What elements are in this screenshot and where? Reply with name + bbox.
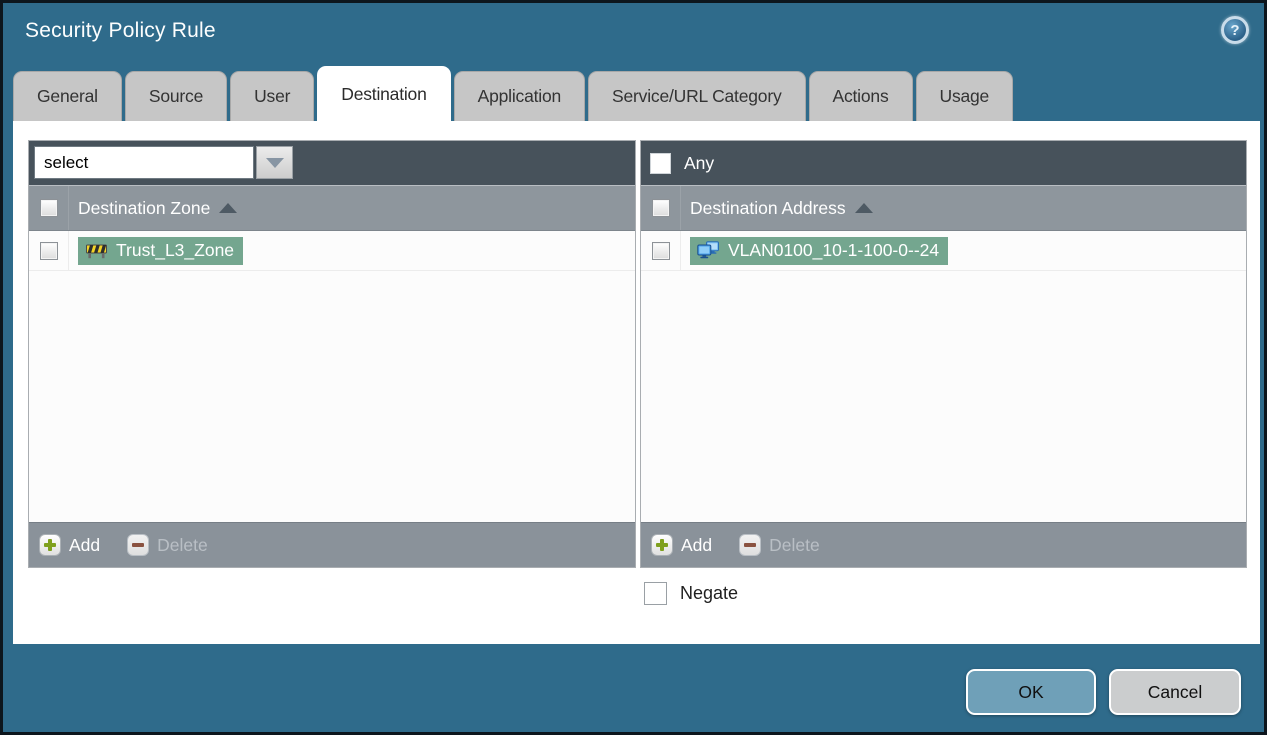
dialog-title: Security Policy Rule [25, 19, 216, 42]
address-list: VLAN0100_10-1-100-0--24 [641, 231, 1246, 522]
address-row-label: VLAN0100_10-1-100-0--24 [728, 239, 940, 260]
zone-row-checkbox[interactable] [39, 241, 58, 260]
address-row-checkbox[interactable] [651, 241, 670, 260]
minus-icon [127, 534, 150, 556]
tab-actions[interactable]: Actions [808, 71, 913, 121]
help-icon[interactable]: ? [1221, 16, 1249, 44]
address-column-header[interactable]: Destination Address [690, 198, 846, 219]
plus-icon [39, 534, 61, 556]
address-select-all-checkbox[interactable] [651, 199, 670, 217]
negate-option: Negate [644, 582, 738, 605]
zone-select-combobox: select [34, 146, 293, 179]
address-toolbar: Add Delete [641, 522, 1246, 567]
plus-icon [651, 534, 673, 556]
delete-address-label: Delete [769, 534, 820, 555]
add-zone-button[interactable]: Add [39, 534, 100, 556]
destination-zone-panel: select Destination Zone Trust_L3_Zone Ad… [28, 140, 636, 568]
cancel-button[interactable]: Cancel [1109, 669, 1241, 715]
zone-column-header-row: Destination Zone [29, 185, 635, 231]
destination-tab-content: select Destination Zone Trust_L3_Zone Ad… [13, 121, 1260, 644]
minus-icon [739, 534, 762, 556]
negate-checkbox[interactable] [644, 582, 667, 605]
address-panel-top-bar: Any [641, 141, 1246, 185]
add-zone-label: Add [69, 534, 101, 555]
tab-service-url-category[interactable]: Service/URL Category [588, 71, 806, 121]
address-row-checkbox-cell [641, 231, 681, 270]
delete-address-button[interactable]: Delete [739, 534, 820, 556]
tab-general[interactable]: General [13, 71, 122, 121]
zone-row[interactable]: Trust_L3_Zone [29, 231, 635, 271]
any-row: Any [650, 141, 714, 185]
tab-usage[interactable]: Usage [915, 71, 1014, 121]
add-address-label: Add [681, 534, 713, 555]
title-bar: Security Policy Rule ? [3, 3, 1264, 65]
zone-select-input[interactable]: select [34, 146, 254, 179]
tab-source[interactable]: Source [124, 71, 228, 121]
tab-bar: General Source User Destination Applicat… [13, 66, 1014, 121]
zone-select-all-checkbox[interactable] [39, 199, 58, 217]
delete-zone-button[interactable]: Delete [127, 534, 208, 556]
add-address-button[interactable]: Add [651, 534, 712, 556]
security-policy-rule-dialog: Security Policy Rule ? General Source Us… [0, 0, 1267, 735]
zone-select-all-cell [29, 186, 69, 230]
tab-application[interactable]: Application [453, 71, 586, 121]
destination-address-panel: Any Destination Address VLAN0100_10-1-10… [640, 140, 1247, 568]
delete-zone-label: Delete [157, 534, 208, 555]
zone-panel-top-bar: select [29, 141, 635, 185]
tab-destination[interactable]: Destination [317, 66, 451, 121]
zone-row-checkbox-cell [29, 231, 69, 270]
zone-row-label: Trust_L3_Zone [116, 239, 235, 260]
ok-button[interactable]: OK [966, 669, 1096, 715]
tab-user[interactable]: User [230, 71, 315, 121]
zone-chip[interactable]: Trust_L3_Zone [78, 236, 244, 265]
dropdown-arrow [265, 157, 284, 168]
zone-toolbar: Add Delete [29, 522, 635, 567]
zone-barrier-icon [86, 244, 107, 258]
negate-label: Negate [680, 583, 739, 603]
sort-ascending-icon[interactable] [854, 203, 873, 213]
any-label: Any [684, 152, 715, 173]
chevron-down-icon[interactable] [256, 146, 293, 179]
sort-ascending-icon[interactable] [219, 203, 238, 213]
address-row[interactable]: VLAN0100_10-1-100-0--24 [641, 231, 1246, 271]
zone-list: Trust_L3_Zone [29, 231, 635, 522]
network-computers-icon [697, 241, 719, 259]
zone-column-header[interactable]: Destination Zone [78, 198, 210, 219]
any-checkbox[interactable] [650, 152, 671, 174]
address-chip[interactable]: VLAN0100_10-1-100-0--24 [690, 236, 949, 265]
address-column-header-row: Destination Address [641, 185, 1246, 231]
address-select-all-cell [641, 186, 681, 230]
